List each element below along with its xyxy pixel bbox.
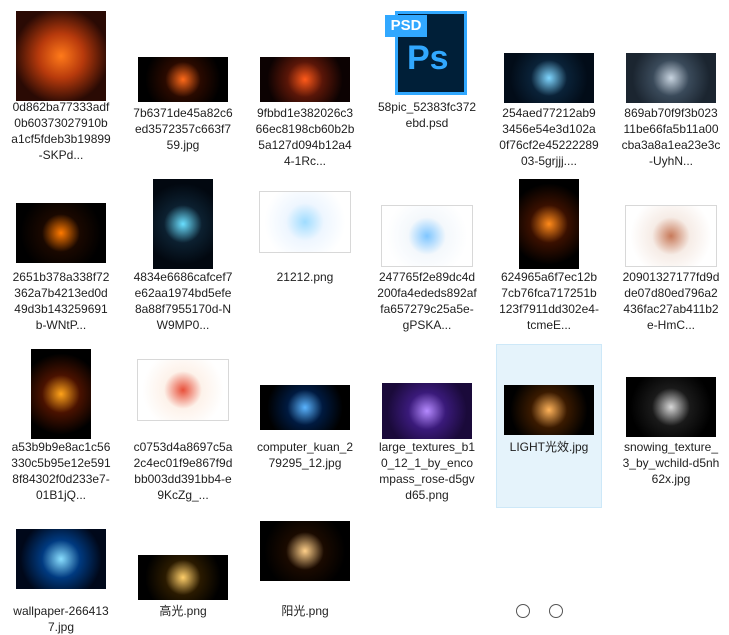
file-name-label: c0753d4a8697c5a2c4ec01f9e867f9dbb003dd39… [133, 440, 233, 502]
thumbnail-image [31, 349, 91, 439]
file-name-label: 阳光.png [281, 604, 329, 618]
circle-icon [549, 604, 564, 618]
file-name-label: 9fbbd1e382026c366ec8198cb60b2b5a127d094b… [255, 106, 355, 168]
file-item[interactable]: a53b9b9e8ac1c56330c5b95e12e5918f84302f0d… [8, 344, 114, 508]
file-item[interactable]: 869ab70f9f3b02311be66fa5b11a00cba3a8a1ea… [618, 4, 724, 168]
thumbnail-image [138, 555, 228, 600]
file-name-label: computer_kuan_279295_12.jpg [256, 440, 354, 470]
file-item[interactable]: 高光.png [130, 514, 236, 618]
thumbnail-image [260, 57, 350, 102]
file-name-label: 20901327177fd9dde07d80ed796a2436fac27ab4… [622, 270, 720, 332]
file-item[interactable]: snowing_texture_3_by_wchild-d5nh62x.jpg [618, 344, 724, 508]
file-name-label: 0d862ba77333adf0b60373027910ba1cf5fdeb3b… [11, 100, 111, 162]
file-name-label: wallpaper-2664137.jpg [13, 604, 109, 634]
file-item[interactable]: LIGHT光效.jpg [496, 344, 602, 508]
thumbnail-image [625, 205, 717, 267]
thumbnail-image [259, 191, 351, 253]
file-item[interactable]: 254aed77212ab93456e54e3d102a0f76cf2e4522… [496, 4, 602, 168]
thumbnail-image [153, 179, 213, 269]
psd-file-icon: PSD Ps [385, 11, 469, 95]
file-item[interactable]: computer_kuan_279295_12.jpg [252, 344, 358, 508]
file-name-label: 254aed77212ab93456e54e3d102a0f76cf2e4522… [499, 106, 599, 168]
file-name-label: LIGHT光效.jpg [509, 440, 589, 454]
file-name-label: 高光.png [159, 604, 207, 618]
file-name-label: 58pic_52383fc372ebd.psd [377, 100, 477, 130]
file-item[interactable]: 4834e6686cafcef7e62aa1974bd5efe8a88f7955… [130, 174, 236, 338]
file-item[interactable]: 9fbbd1e382026c366ec8198cb60b2b5a127d094b… [252, 4, 358, 168]
file-name-label: 869ab70f9f3b02311be66fa5b11a00cba3a8a1ea… [621, 106, 721, 168]
file-name-label: 7b6371de45a82c6ed3572357c663f759.jpg [133, 106, 233, 152]
thumbnail-image [504, 385, 594, 435]
file-item[interactable]: large_textures_b10_12_1_by_encompass_ros… [374, 344, 480, 508]
psd-logo: Ps [407, 39, 449, 77]
bottom-status-icons [516, 604, 579, 621]
thumbnail-image [16, 529, 106, 589]
psd-badge: PSD [385, 15, 427, 37]
thumbnail-image [381, 205, 473, 267]
file-item[interactable]: wallpaper-2664137.jpg [8, 514, 114, 634]
thumbnail-image [504, 53, 594, 103]
thumbnail-image [138, 57, 228, 102]
thumbnail-image [519, 179, 579, 269]
file-item[interactable]: c0753d4a8697c5a2c4ec01f9e867f9dbb003dd39… [130, 344, 236, 508]
file-item[interactable]: PSD Ps 58pic_52383fc372ebd.psd [374, 4, 480, 168]
file-item[interactable]: 阳光.png [252, 514, 358, 618]
file-name-label: a53b9b9e8ac1c56330c5b95e12e5918f84302f0d… [11, 440, 111, 502]
thumbnail-image [137, 359, 229, 421]
file-item[interactable]: 20901327177fd9dde07d80ed796a2436fac27ab4… [618, 174, 724, 338]
file-name-label: 2651b378a338f72362a7b4213ed0d49d3b143259… [12, 270, 110, 332]
file-item[interactable]: 624965a6f7ec12b7cb76fca717251b123f7911dd… [496, 174, 602, 338]
thumbnail-image [260, 521, 350, 581]
file-item[interactable]: 247765f2e89dc4d200fa4ededs892affa657279c… [374, 174, 480, 338]
file-name-label: 4834e6686cafcef7e62aa1974bd5efe8a88f7955… [133, 270, 233, 332]
file-item[interactable]: 21212.png [252, 174, 358, 338]
thumbnail-image [382, 383, 472, 439]
file-name-label: 247765f2e89dc4d200fa4ededs892affa657279c… [377, 270, 477, 332]
thumbnail-image [16, 203, 106, 263]
circle-icon [516, 604, 530, 618]
thumbnail-image [626, 377, 716, 437]
file-item[interactable]: 0d862ba77333adf0b60373027910ba1cf5fdeb3b… [8, 4, 114, 168]
file-name-label: snowing_texture_3_by_wchild-d5nh62x.jpg [622, 440, 720, 486]
file-name-label: 624965a6f7ec12b7cb76fca717251b123f7911dd… [499, 270, 599, 332]
file-item[interactable]: 2651b378a338f72362a7b4213ed0d49d3b143259… [8, 174, 114, 338]
thumbnail-image [16, 11, 106, 101]
file-item[interactable]: 7b6371de45a82c6ed3572357c663f759.jpg [130, 4, 236, 168]
file-name-label: large_textures_b10_12_1_by_encompass_ros… [378, 440, 476, 502]
file-name-label: 21212.png [276, 270, 334, 284]
thumbnail-image [260, 385, 350, 430]
thumbnail-image [626, 53, 716, 103]
